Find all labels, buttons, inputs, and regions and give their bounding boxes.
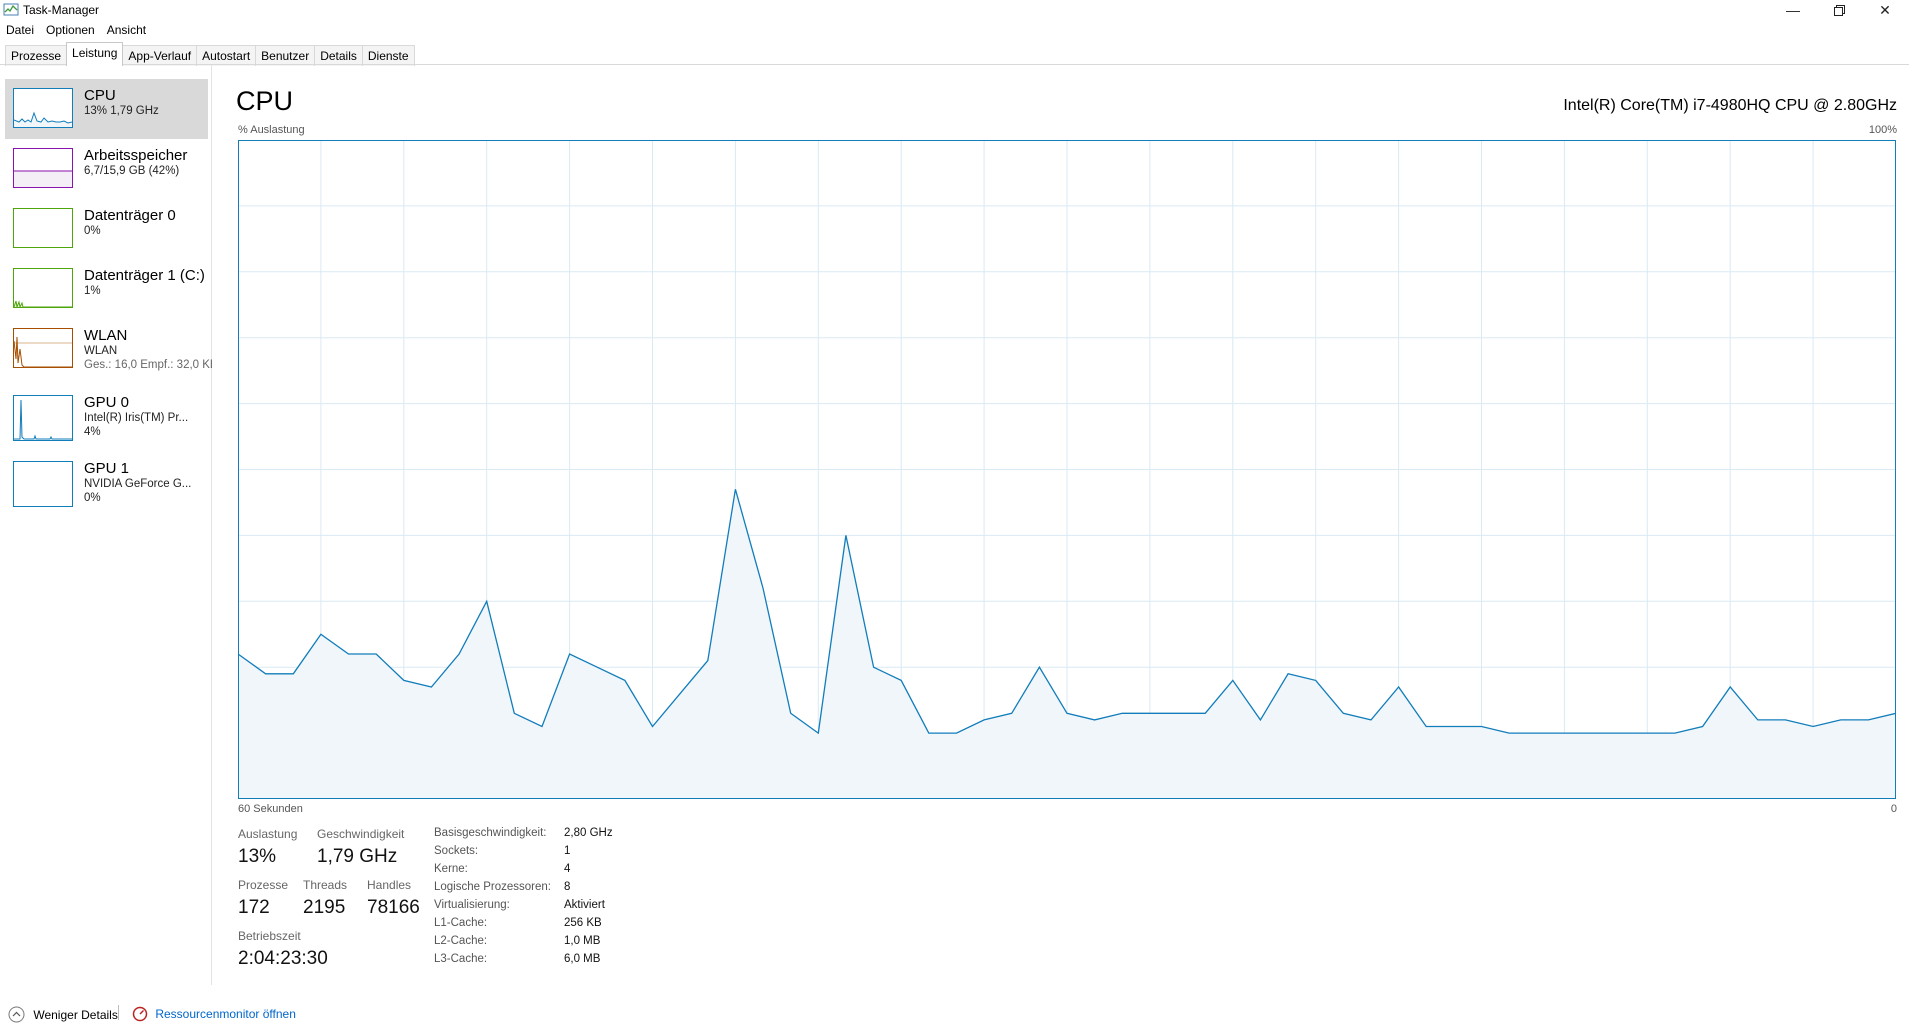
sidebar-item-memory-name: Arbeitsspeicher: [84, 147, 188, 164]
footer-divider: [118, 1005, 119, 1020]
sidebar-item-memory[interactable]: Arbeitsspeicher 6,7/15,9 GB (42%): [5, 139, 208, 199]
uptime-label: Betriebszeit: [238, 929, 301, 943]
disk-graph-icon: [13, 268, 73, 308]
y-axis-label: % Auslastung: [238, 124, 305, 136]
spec-value-l1-cache: 256 KB: [564, 917, 602, 929]
menu-view[interactable]: Ansicht: [101, 21, 152, 41]
tab-services[interactable]: Dienste: [361, 45, 415, 66]
gpu-graph-icon: [13, 395, 73, 441]
spec-label-logical-processors: Logische Prozessoren:: [434, 881, 551, 893]
threads-value: 2195: [303, 897, 346, 918]
uptime-value: 2:04:23:30: [238, 948, 328, 969]
resource-monitor-icon: [132, 1006, 148, 1022]
restore-button[interactable]: [1816, 0, 1862, 20]
resource-monitor-label: Ressourcenmonitor öffnen: [155, 1007, 296, 1021]
spec-value-logical-processors: 8: [564, 881, 571, 893]
close-button[interactable]: ✕: [1862, 0, 1908, 20]
minimize-icon: —: [1786, 2, 1800, 18]
window-title: Task-Manager: [23, 3, 100, 17]
sidebar-item-gpu-1-name: GPU 1: [84, 460, 130, 477]
sidebar-item-disk-1-name: Datenträger 1 (C:): [84, 267, 205, 284]
sidebar-item-gpu-0-model: Intel(R) Iris(TM) Pr...: [84, 412, 189, 424]
sidebar-item-disk-0-name: Datenträger 0: [84, 207, 176, 224]
gpu-graph-icon: [13, 461, 73, 507]
fewer-details-button[interactable]: Weniger Details: [8, 1006, 118, 1023]
sidebar-item-wlan-adapter: WLAN: [84, 345, 118, 357]
spec-value-virtualization: Aktiviert: [564, 899, 605, 911]
spec-label-base-speed: Basisgeschwindigkeit:: [434, 827, 547, 839]
spec-value-sockets: 1: [564, 845, 571, 857]
spec-label-l3-cache: L3-Cache:: [434, 953, 488, 965]
tab-startup[interactable]: Autostart: [196, 45, 257, 66]
tab-app-history[interactable]: App-Verlauf: [122, 45, 198, 66]
sidebar-item-cpu[interactable]: CPU 13% 1,79 GHz: [5, 79, 208, 139]
tab-users[interactable]: Benutzer: [255, 45, 316, 66]
menu-bar: Datei Optionen Ansicht: [0, 21, 152, 41]
tab-performance[interactable]: Leistung: [66, 42, 124, 66]
memory-graph-icon: [13, 148, 73, 188]
tab-bar: Prozesse Leistung App-Verlauf Autostart …: [5, 42, 415, 66]
sidebar-item-gpu-1-model: NVIDIA GeForce G...: [84, 478, 192, 490]
page-title: CPU: [236, 86, 294, 116]
menu-file[interactable]: Datei: [0, 21, 40, 41]
chevron-up-circle-icon: [8, 1006, 25, 1023]
disk-graph-icon: [13, 208, 73, 248]
sidebar-item-gpu-1[interactable]: GPU 1 NVIDIA GeForce G... 0%: [5, 452, 208, 512]
threads-label: Threads: [303, 878, 348, 892]
processes-value: 172: [238, 897, 270, 918]
spec-label-l2-cache: L2-Cache:: [434, 935, 488, 947]
cpu-utilization-chart: [238, 140, 1896, 799]
spec-label-virtualization: Virtualisierung:: [434, 899, 510, 911]
spec-value-l2-cache: 1,0 MB: [564, 935, 601, 947]
spec-value-cores: 4: [564, 863, 571, 875]
resource-monitor-link[interactable]: Ressourcenmonitor öffnen: [132, 1006, 296, 1022]
sidebar-item-gpu-0-name: GPU 0: [84, 394, 130, 411]
handles-value: 78166: [367, 897, 420, 918]
menu-options[interactable]: Optionen: [40, 21, 101, 41]
spec-label-sockets: Sockets:: [434, 845, 479, 857]
sidebar-item-wlan-name: WLAN: [84, 327, 128, 344]
minimize-button[interactable]: —: [1770, 0, 1816, 20]
title-bar: Task-Manager — ✕: [0, 0, 1909, 20]
sidebar-item-disk-1[interactable]: Datenträger 1 (C:) 1%: [5, 259, 208, 319]
utilization-label: Auslastung: [238, 827, 298, 841]
close-icon: ✕: [1879, 1, 1891, 18]
sidebar-item-cpu-value: 13% 1,79 GHz: [84, 105, 159, 117]
x-axis-end-label: 0: [1890, 803, 1897, 815]
sidebar-item-wlan-throughput: Ges.: 16,0 Empf.: 32,0 KBit/s: [84, 359, 212, 371]
tab-details[interactable]: Details: [314, 45, 363, 66]
restore-icon: [1833, 4, 1845, 16]
task-manager-icon: [3, 3, 19, 16]
sidebar-item-gpu-0-value: 4%: [84, 426, 101, 438]
spec-value-base-speed: 2,80 GHz: [564, 827, 613, 839]
utilization-value: 13%: [238, 846, 277, 867]
sidebar-item-gpu-0[interactable]: GPU 0 Intel(R) Iris(TM) Pr... 4%: [5, 386, 208, 446]
sidebar-item-disk-0-value: 0%: [84, 225, 101, 237]
spec-label-cores: Kerne:: [434, 863, 468, 875]
sidebar-item-memory-value: 6,7/15,9 GB (42%): [84, 165, 180, 177]
speed-value: 1,79 GHz: [317, 846, 398, 867]
resource-sidebar: CPU 13% 1,79 GHz Arbeitsspeicher 6,7/15,…: [0, 65, 212, 985]
processes-label: Prozesse: [238, 878, 289, 892]
sidebar-item-gpu-1-value: 0%: [84, 492, 101, 504]
network-graph-icon: [13, 328, 73, 368]
spec-label-l1-cache: L1-Cache:: [434, 917, 488, 929]
spec-value-l3-cache: 6,0 MB: [564, 953, 601, 965]
cpu-graph-icon: [13, 88, 73, 128]
sidebar-item-disk-0[interactable]: Datenträger 0 0%: [5, 199, 208, 259]
sidebar-item-wlan[interactable]: WLAN WLAN Ges.: 16,0 Empf.: 32,0 KBit/s: [5, 319, 212, 379]
sidebar-item-disk-1-value: 1%: [84, 285, 101, 297]
footer-bar: Weniger Details Ressourcenmonitor öffnen: [0, 1000, 400, 1024]
speed-label: Geschwindigkeit: [317, 827, 405, 841]
tab-processes[interactable]: Prozesse: [5, 45, 68, 66]
y-axis-max-label: 100%: [1868, 124, 1897, 136]
handles-label: Handles: [367, 878, 412, 892]
sidebar-item-cpu-name: CPU: [84, 87, 116, 104]
cpu-model-name: Intel(R) Core(TM) i7-4980HQ CPU @ 2.80GH…: [1563, 97, 1897, 114]
fewer-details-label: Weniger Details: [33, 1008, 118, 1022]
tab-divider: [0, 64, 1909, 65]
x-axis-label: 60 Sekunden: [238, 803, 303, 815]
